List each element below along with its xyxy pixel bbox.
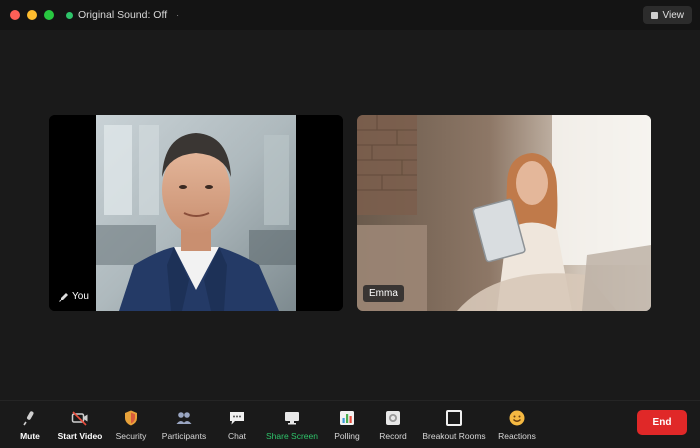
view-label: View: [662, 9, 685, 21]
breakout-rooms-icon: [446, 410, 462, 426]
security-label: Security: [115, 431, 147, 441]
original-sound-label: Original Sound: Off: [78, 9, 168, 21]
smiley-icon: [509, 410, 525, 426]
minimize-window-button[interactable]: [27, 10, 37, 20]
participant-name-you: You: [72, 291, 89, 302]
original-sound-toggle[interactable]: Original Sound: Off ·: [66, 9, 179, 21]
sound-dropdown-indicator: ·: [176, 10, 180, 20]
participants-button[interactable]: Participants: [160, 409, 208, 445]
end-meeting-button[interactable]: End: [637, 410, 687, 435]
video-tile-emma[interactable]: Emma: [357, 115, 651, 311]
participant-name-tag-you: You: [59, 291, 89, 302]
record-button[interactable]: Record: [379, 409, 407, 445]
end-meeting-label: End: [652, 417, 672, 428]
breakout-rooms-button[interactable]: Breakout Rooms: [422, 409, 486, 445]
view-button[interactable]: View: [642, 6, 692, 24]
participant-name-tag-emma: Emma: [363, 285, 404, 302]
chat-button[interactable]: Chat: [224, 409, 250, 445]
security-button[interactable]: Security: [115, 409, 147, 445]
record-label: Record: [379, 431, 407, 441]
chat-label: Chat: [228, 431, 246, 441]
record-icon: [386, 411, 400, 425]
view-grid-icon: [650, 11, 658, 19]
participant-video-emma: [357, 115, 651, 311]
start-video-button[interactable]: Start Video: [58, 409, 102, 445]
window-titlebar: Original Sound: Off · View: [0, 0, 700, 30]
participants-icon: [176, 412, 192, 424]
video-camera-off-icon: [71, 411, 88, 426]
reactions-button[interactable]: Reactions: [497, 409, 537, 445]
microphone-icon: [23, 411, 34, 426]
share-screen-label: Share Screen: [266, 431, 318, 441]
polling-label: Polling: [334, 431, 360, 441]
share-screen-button[interactable]: Share Screen: [266, 409, 318, 445]
share-screen-icon: [285, 412, 299, 425]
reactions-label: Reactions: [498, 431, 536, 441]
meeting-toolbar: Mute Start Video Security Participants C…: [0, 400, 700, 448]
breakout-rooms-label: Breakout Rooms: [422, 431, 486, 441]
close-window-button[interactable]: [10, 10, 20, 20]
mute-button[interactable]: Mute: [18, 409, 42, 445]
polling-button[interactable]: Polling: [333, 409, 361, 445]
participant-video-you: [49, 115, 343, 311]
video-tile-you[interactable]: You: [49, 115, 343, 311]
chat-bubble-icon: [230, 412, 244, 425]
mute-label: Mute: [20, 431, 40, 441]
start-video-label: Start Video: [57, 431, 103, 441]
participants-label: Participants: [161, 431, 207, 441]
mic-icon: [59, 292, 68, 302]
maximize-window-button[interactable]: [44, 10, 54, 20]
shield-icon: [125, 410, 137, 426]
window-controls: [10, 10, 54, 20]
sound-status-dot: [66, 11, 73, 19]
bar-chart-icon: [340, 411, 354, 425]
participant-name-emma: Emma: [369, 288, 398, 299]
